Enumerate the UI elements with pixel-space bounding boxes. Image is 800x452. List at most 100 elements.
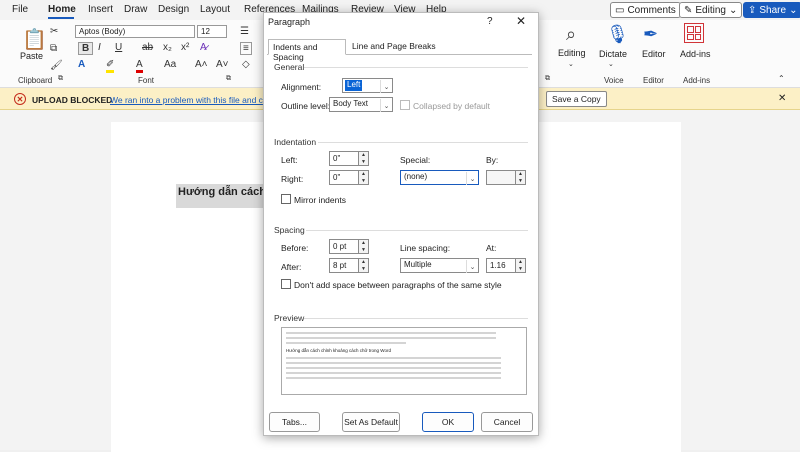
cancel-button[interactable]: Cancel [481,412,533,432]
upload-blocked-message[interactable]: We ran into a problem with this file and… [110,95,263,105]
text-effects-icon[interactable]: A [78,59,85,70]
chevron-down-icon: ⌄ [466,260,478,273]
subscript-icon[interactable]: x₂ [163,42,172,53]
chevron-down-icon: ⌄ [568,61,574,68]
italic-icon[interactable]: I [98,42,101,53]
preview-previous-line [286,337,496,339]
font-name-box[interactable]: Aptos (Body) [75,25,195,38]
document-heading[interactable]: Hướng dẫn cách c [176,184,271,208]
outline-level-label: Outline level: [281,101,331,111]
at-label: At: [486,243,497,253]
font-launcher-icon[interactable]: ⧉ [226,75,231,83]
change-case-icon[interactable]: Aa [164,59,176,70]
special-select[interactable]: (none) ⌄ [400,170,479,185]
collapsed-label: Collapsed by default [413,101,491,111]
special-label: Special: [400,155,431,165]
indent-by-spinner[interactable]: ▲ ▼ [516,170,526,185]
comments-label: Comments [627,4,676,16]
highlight-icon[interactable]: ✐ [106,59,115,73]
tab-indents-and-spacing[interactable]: Indents and Spacing [268,39,346,62]
menu-design[interactable]: Design [158,4,189,15]
addins-icon[interactable] [684,23,704,43]
section-indentation: Indentation [274,137,317,147]
comments-button[interactable]: ▭ Comments [610,2,681,18]
spacing-before-spinner[interactable]: ▲ ▼ [359,239,369,254]
chevron-down-icon: ⌄ [466,172,478,185]
menu-layout[interactable]: Layout [200,4,230,15]
tabs-button[interactable]: Tabs... [269,412,320,432]
clipboard-launcher-icon[interactable]: ⧉ [58,75,63,83]
copy-icon[interactable]: ⧉ [50,43,57,54]
shrink-font-icon[interactable]: A˅ [216,59,229,70]
section-general: General [274,62,305,72]
addins-label[interactable]: Add-ins [680,49,711,59]
collapsed-checkbox[interactable] [400,100,410,110]
collapse-ribbon-icon[interactable]: ⌃ [778,74,785,83]
grow-font-icon[interactable]: A˄ [195,59,208,70]
save-a-copy-button[interactable]: Save a Copy [546,91,607,107]
group-label-clipboard: Clipboard [18,76,53,85]
share-button[interactable]: ⇪ Share ⌄ [743,2,800,18]
editing-mode-button[interactable]: ✎ Editing ⌄ [679,2,743,18]
bold-icon[interactable]: B [78,42,94,55]
alignment-select[interactable]: Left ⌄ [342,78,393,93]
preview-sample-text: Hướng dẫn cách chỉnh khoảng cách chữ tro… [286,348,391,353]
menu-insert[interactable]: Insert [88,4,113,15]
share-icon: ⇪ [748,4,757,16]
paste-icon[interactable]: 📋 [22,27,47,52]
spacing-after-spinner[interactable]: ▲ ▼ [359,258,369,273]
indent-by-input[interactable] [486,170,516,185]
indent-left-input[interactable]: 0" [329,151,359,166]
mirror-indents-label: Mirror indents [294,195,346,205]
shading-icon[interactable]: ◇ [242,59,250,70]
format-painter-icon[interactable]: 🖌 [50,60,63,71]
menu-draw[interactable]: Draw [124,4,147,15]
paste-label[interactable]: Paste [20,51,43,61]
editor-pen-icon[interactable]: ✒ [643,24,658,45]
tab-line-and-page-breaks[interactable]: Line and Page Breaks [348,39,440,55]
outline-level-select[interactable]: Body Text ⌄ [329,97,393,112]
align-icon[interactable]: ≡ [240,42,252,55]
dont-add-space-checkbox[interactable] [281,279,291,289]
strikethrough-icon[interactable]: ab [142,42,153,53]
superscript-icon[interactable]: x² [181,42,189,53]
dictate-label[interactable]: Dictate [599,49,627,59]
dont-add-space-label: Don't add space between paragraphs of th… [294,280,502,290]
after-label: After: [281,262,302,272]
menu-file[interactable]: File [12,4,28,15]
editing-mode-label: Editing [695,4,726,16]
section-preview: Preview [274,313,305,323]
section-divider [318,142,528,143]
search-icon[interactable]: ⌕ [566,24,576,45]
preview-following-line [286,377,501,379]
paragraph-launcher-icon[interactable]: ⧉ [545,75,550,83]
set-as-default-button[interactable]: Set As Default [342,412,400,432]
line-spacing-at-input[interactable]: 1.16 [486,258,516,273]
line-spacing-label: Line spacing: [400,243,451,253]
ok-button[interactable]: OK [422,412,474,432]
indent-right-spinner[interactable]: ▲ ▼ [359,170,369,185]
close-icon[interactable]: ✕ [778,93,786,104]
editor-label[interactable]: Editor [642,49,666,59]
menu-home[interactable]: Home [48,4,76,15]
preview-following-line [286,357,501,359]
font-size-box[interactable]: 12 [197,25,227,38]
clear-formatting-icon[interactable]: A̷ [200,42,207,53]
line-spacing-at-spinner[interactable]: ▲ ▼ [516,258,526,273]
line-spacing-select[interactable]: Multiple ⌄ [400,258,479,273]
spacing-before-input[interactable]: 0 pt [329,239,359,254]
indent-left-spinner[interactable]: ▲ ▼ [359,151,369,166]
by-label: By: [486,155,499,165]
bullets-icon[interactable]: ☰ [240,26,249,37]
editing-group-label[interactable]: Editing [558,48,586,58]
indent-right-input[interactable]: 0" [329,170,359,185]
outline-level-value: Body Text [333,99,368,108]
cut-icon[interactable]: ✂ [50,26,58,37]
underline-icon[interactable]: U [115,42,122,53]
help-icon[interactable]: ? [487,16,493,27]
spacing-after-input[interactable]: 8 pt [329,258,359,273]
font-color-icon[interactable]: A [136,59,143,73]
close-icon[interactable]: ✕ [516,14,526,28]
mirror-indents-checkbox[interactable] [281,194,291,204]
microphone-icon[interactable]: 🎙 [606,24,629,45]
